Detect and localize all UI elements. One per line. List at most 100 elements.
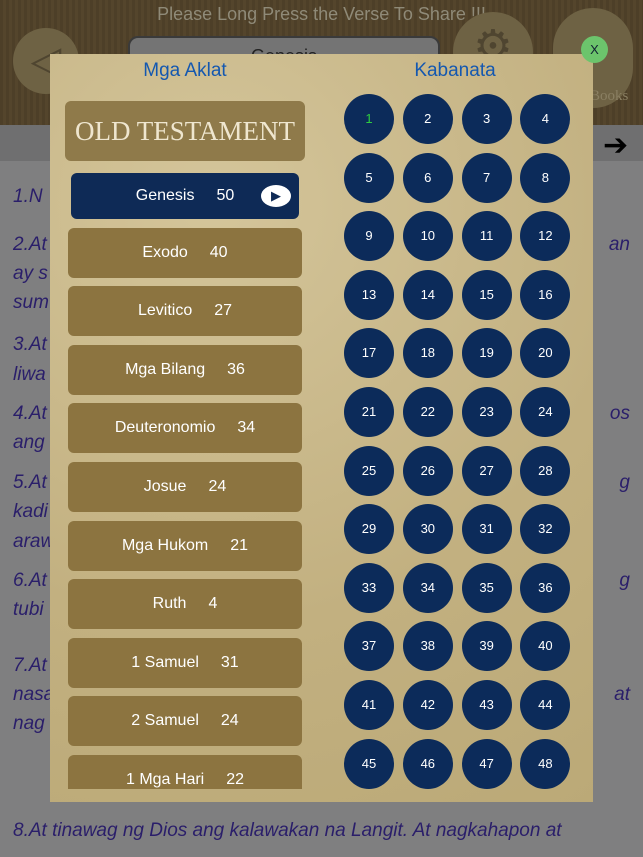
- chapter-button[interactable]: 29: [344, 504, 394, 555]
- verse-fragment[interactable]: 4.At: [13, 401, 47, 427]
- chapter-button[interactable]: 11: [461, 211, 512, 262]
- chapter-count: 50: [216, 187, 235, 204]
- book-name: Genesis: [135, 187, 195, 204]
- chapter-button[interactable]: 23: [461, 387, 512, 437]
- chapter-button[interactable]: 15: [461, 269, 512, 320]
- chapter-button[interactable]: 1: [344, 94, 394, 144]
- verse-fragment[interactable]: 6.At: [13, 568, 47, 594]
- book-name: 2 Samuel: [131, 712, 199, 730]
- chapter-button[interactable]: 3: [461, 94, 512, 144]
- book-name: Josue: [143, 478, 187, 495]
- chapter-button[interactable]: 13: [344, 269, 394, 320]
- chapter-button[interactable]: 14: [402, 269, 453, 320]
- book-chapter-picker: Mga Aklat Kabanata OLD TESTAMENT Genesis…: [50, 54, 593, 802]
- verse-fragment[interactable]: os: [610, 401, 630, 427]
- chapter-button[interactable]: 36: [520, 562, 571, 613]
- chapter-button[interactable]: 16: [520, 269, 571, 320]
- chapter-count: 21: [230, 536, 249, 554]
- chapter-button[interactable]: 35: [461, 562, 512, 613]
- chapter-button[interactable]: 37: [344, 621, 394, 672]
- verse-fragment[interactable]: nag: [13, 711, 45, 737]
- share-hint: Please Long Press the Verse To Share !!!: [157, 4, 486, 24]
- book-item[interactable]: Levitico 27: [68, 286, 302, 337]
- verse-fragment[interactable]: kadi: [13, 499, 48, 525]
- verse-fragment[interactable]: ang: [13, 430, 45, 456]
- chapter-count: 36: [227, 360, 245, 378]
- chapter-button[interactable]: 33: [344, 562, 394, 613]
- chapter-button[interactable]: 42: [402, 680, 453, 730]
- chapter-button[interactable]: 19: [461, 328, 512, 379]
- chapter-button[interactable]: 48: [520, 738, 571, 789]
- chapter-button[interactable]: 39: [461, 621, 512, 672]
- chapter-button[interactable]: 12: [520, 211, 571, 262]
- verse-fragment[interactable]: 3.At: [13, 332, 47, 358]
- book-item[interactable]: Genesis 50 ▶: [71, 173, 299, 219]
- verse-fragment[interactable]: 1.N: [13, 184, 43, 210]
- chapter-button[interactable]: 10: [402, 211, 453, 262]
- chapter-button[interactable]: 43: [461, 680, 512, 730]
- book-item[interactable]: 1 Mga Hari 22: [68, 755, 302, 789]
- verse-fragment[interactable]: ay s: [13, 261, 48, 287]
- verse-fragment[interactable]: liwa: [13, 362, 46, 388]
- chapter-button[interactable]: 24: [520, 387, 571, 437]
- chapter-button[interactable]: 25: [344, 445, 394, 496]
- verse-fragment[interactable]: araw: [13, 529, 54, 555]
- book-name: Mga Bilang: [125, 360, 206, 378]
- chapter-button[interactable]: 27: [461, 445, 512, 496]
- chapter-count: 34: [237, 419, 256, 437]
- chapter-button[interactable]: 38: [402, 621, 453, 672]
- chapter-button[interactable]: 44: [520, 680, 571, 730]
- book-item[interactable]: 1 Samuel 31: [68, 637, 302, 688]
- chapter-button[interactable]: 46: [402, 738, 453, 789]
- chapter-button[interactable]: 5: [344, 152, 394, 203]
- verse-fragment[interactable]: 2.At: [13, 232, 47, 258]
- old-testament-label[interactable]: OLD TESTAMENT: [65, 101, 305, 161]
- chapter-button[interactable]: 31: [461, 504, 512, 555]
- chapter-button[interactable]: 21: [344, 387, 394, 437]
- books-label: Books: [590, 88, 629, 104]
- chapter-button[interactable]: 32: [520, 504, 571, 555]
- book-item[interactable]: Ruth 4: [68, 579, 302, 630]
- book-item[interactable]: Deuteronomio 34: [68, 403, 302, 454]
- verse-fragment[interactable]: 5.At: [13, 470, 47, 496]
- verse-fragment[interactable]: sum: [13, 290, 49, 316]
- book-name: Deuteronomio: [114, 419, 216, 437]
- chapter-button[interactable]: 30: [402, 504, 453, 555]
- verse-fragment[interactable]: tubi: [13, 597, 44, 623]
- book-item[interactable]: Exodo 40: [68, 227, 302, 278]
- chapter-button[interactable]: 20: [520, 328, 571, 379]
- play-icon[interactable]: ▶: [261, 185, 291, 207]
- chapter-button[interactable]: 47: [461, 738, 512, 789]
- verse-fragment[interactable]: 7.At: [13, 653, 47, 679]
- verse-8[interactable]: 8.At tinawag ng Dios ang kalawakan na La…: [13, 818, 562, 844]
- verse-fragment[interactable]: at: [614, 682, 630, 708]
- book-name: Mga Hukom: [121, 536, 209, 554]
- chapter-button[interactable]: 34: [402, 562, 453, 613]
- chapter-button[interactable]: 6: [402, 152, 453, 203]
- book-item[interactable]: Josue 24: [68, 462, 302, 512]
- book-item[interactable]: Mga Hukom 21: [68, 520, 302, 571]
- verse-fragment[interactable]: g: [619, 568, 630, 594]
- verse-fragment[interactable]: nasa: [13, 682, 54, 708]
- chapter-button[interactable]: 7: [461, 152, 512, 203]
- book-item[interactable]: Mga Bilang 36: [68, 344, 302, 395]
- arrow-right-icon[interactable]: ➔: [603, 128, 628, 163]
- book-list[interactable]: Genesis 50 ▶ Exodo 40 Levitico 27 Mga Bilang 36 D…: [65, 169, 305, 789]
- chapter-button[interactable]: 9: [344, 211, 394, 262]
- chapter-button[interactable]: 4: [520, 94, 571, 144]
- chapter-button[interactable]: 45: [344, 738, 394, 789]
- chapter-button[interactable]: 22: [402, 387, 453, 437]
- verse-fragment[interactable]: an: [609, 232, 630, 258]
- chapter-button[interactable]: 2: [402, 94, 453, 144]
- chapter-button[interactable]: 26: [402, 445, 453, 496]
- close-button[interactable]: X: [581, 36, 608, 63]
- book-item[interactable]: 2 Samuel 24: [68, 696, 302, 747]
- chapter-button[interactable]: 40: [520, 621, 571, 672]
- chapter-button[interactable]: 8: [520, 152, 571, 203]
- chapter-count: 31: [220, 653, 239, 671]
- chapter-button[interactable]: 28: [520, 445, 571, 496]
- chapter-button[interactable]: 18: [402, 328, 453, 379]
- chapter-button[interactable]: 41: [344, 680, 394, 730]
- chapter-button[interactable]: 17: [344, 328, 394, 379]
- verse-fragment[interactable]: g: [619, 470, 630, 496]
